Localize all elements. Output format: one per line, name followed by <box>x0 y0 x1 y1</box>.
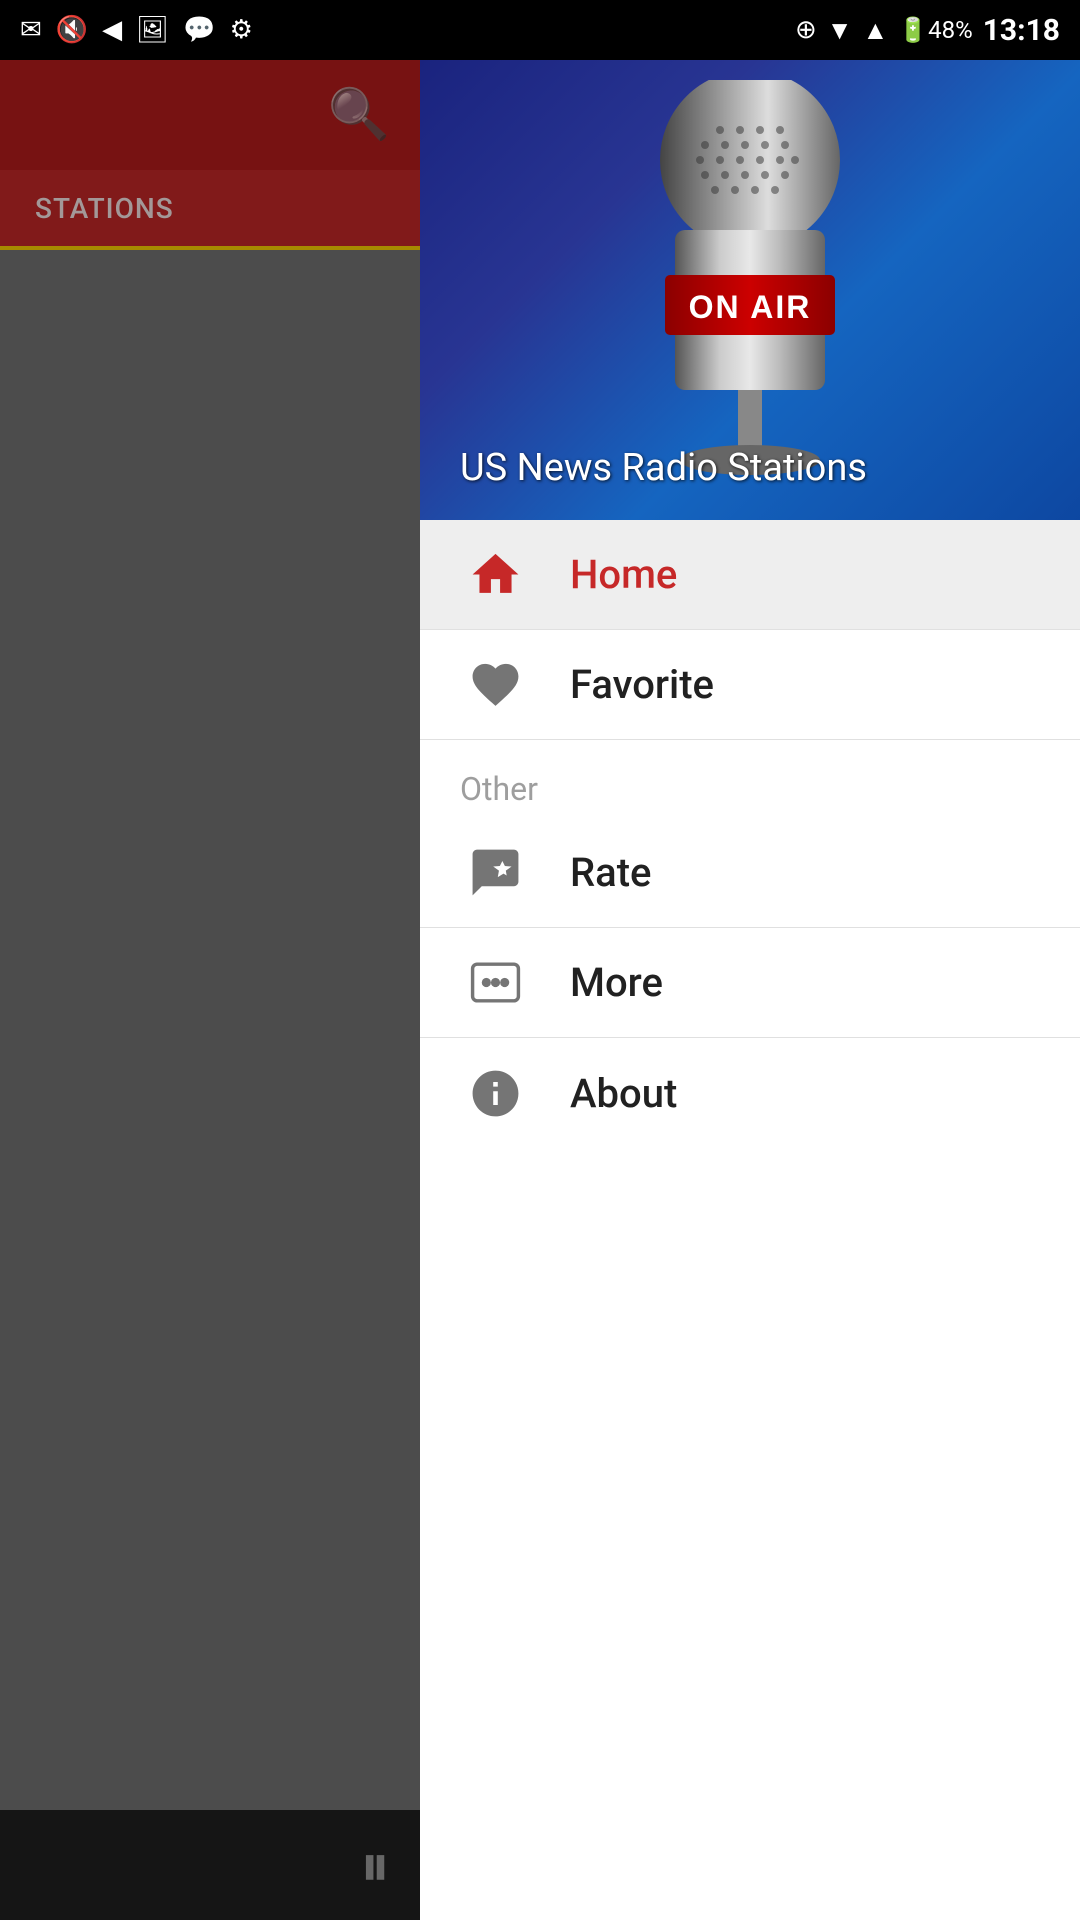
email-icon: ✉ <box>20 15 42 45</box>
battery-icon: 🔋48% <box>898 16 972 44</box>
home-icon <box>460 540 530 610</box>
more-icon <box>460 948 530 1018</box>
nav-item-rate[interactable]: Rate <box>420 818 1080 928</box>
other-section-header: Other <box>420 740 1080 818</box>
hero-title: US News Radio Stations <box>460 446 867 490</box>
main-wrapper: 🔍 STATIONS ⏸ <box>0 60 1080 1920</box>
rate-label: Rate <box>570 849 651 896</box>
home-label: Home <box>570 551 677 598</box>
nav-item-more[interactable]: More <box>420 928 1080 1038</box>
add-circle-icon: ⊕ <box>795 15 817 45</box>
about-label: About <box>570 1070 677 1117</box>
nav-item-home[interactable]: Home <box>420 520 1080 630</box>
nav-item-about[interactable]: About <box>420 1038 1080 1148</box>
nav-list: Home Favorite Other <box>420 520 1080 1920</box>
hero-banner: ON AIR US News Radio Stations <box>420 60 1080 520</box>
status-bar-right: ⊕ ▼ ▲ 🔋48% 13:18 <box>795 13 1060 48</box>
wifi-icon: ▼ <box>827 15 853 46</box>
image-icon: 🖼 <box>136 15 169 45</box>
nav-item-favorite[interactable]: Favorite <box>420 630 1080 740</box>
svg-text:ON AIR: ON AIR <box>689 289 812 325</box>
navigation-drawer: ON AIR US News Radio Stations Home <box>420 60 1080 1920</box>
chat-icon: 💬 <box>183 15 215 45</box>
status-bar-left: ✉ 🔇 ◀ 🖼 💬 ⚙ <box>20 15 253 45</box>
favorite-label: Favorite <box>570 661 714 708</box>
back-icon: ◀ <box>102 15 122 45</box>
info-icon <box>460 1058 530 1128</box>
signal-icon: ▲ <box>863 15 889 46</box>
status-bar: ✉ 🔇 ◀ 🖼 💬 ⚙ ⊕ ▼ ▲ 🔋48% 13:18 <box>0 0 1080 60</box>
app-icon: ⚙ <box>230 15 253 45</box>
status-time: 13:18 <box>983 13 1060 48</box>
alert-icon: 🔇 <box>56 15 88 45</box>
heart-icon <box>460 650 530 720</box>
more-label: More <box>570 959 663 1006</box>
rate-icon <box>460 838 530 908</box>
